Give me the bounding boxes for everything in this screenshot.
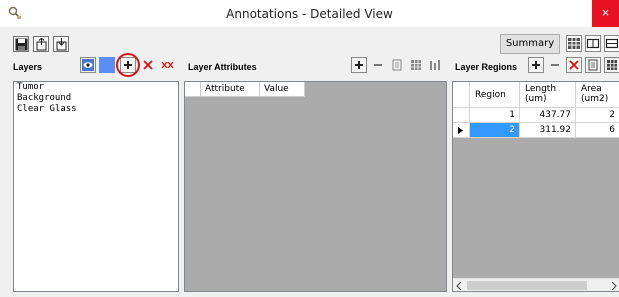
layer-regions-label: Layer Regions bbox=[455, 62, 518, 72]
column-header[interactable]: Region bbox=[470, 82, 520, 108]
toggle-visibility-button[interactable] bbox=[80, 57, 96, 73]
annotations-window: Annotations - Detailed View × Summary La… bbox=[0, 0, 619, 297]
remove-attribute-button[interactable] bbox=[370, 57, 386, 73]
regions-grid[interactable]: Region Length (um) Area (um2) 1 437.77 2… bbox=[452, 81, 619, 292]
add-icon bbox=[532, 61, 540, 69]
remove-region-button[interactable] bbox=[547, 57, 563, 73]
layer-color-button[interactable] bbox=[99, 57, 115, 73]
list-item[interactable]: Background bbox=[14, 93, 178, 104]
import-button[interactable] bbox=[53, 36, 69, 52]
attribute-chart-button[interactable] bbox=[427, 57, 443, 73]
panel-view-button[interactable] bbox=[604, 35, 619, 52]
row-header-corner bbox=[185, 82, 201, 97]
save-button[interactable] bbox=[13, 36, 29, 52]
add-layer-highlight-circle bbox=[116, 53, 140, 77]
grid-view-button[interactable] bbox=[566, 35, 582, 52]
delete-all-layers-button[interactable] bbox=[159, 57, 175, 73]
row-pointer-icon bbox=[458, 127, 463, 134]
delete-icon bbox=[143, 60, 153, 70]
horizontal-scrollbar[interactable] bbox=[453, 278, 619, 291]
scroll-left-icon[interactable] bbox=[456, 282, 462, 290]
column-header-line: (um2) bbox=[581, 94, 609, 104]
bar-chart-icon bbox=[430, 60, 440, 70]
panel-icon bbox=[605, 38, 619, 49]
table-cell[interactable]: 437.77 bbox=[520, 108, 576, 123]
layer-attributes-label: Layer Attributes bbox=[188, 62, 257, 72]
summary-button[interactable]: Summary bbox=[500, 34, 560, 54]
table-cell[interactable]: 311.92 bbox=[520, 123, 576, 138]
table-cell[interactable]: 2 bbox=[576, 108, 619, 123]
add-attribute-button[interactable] bbox=[351, 57, 367, 73]
region-table-button[interactable] bbox=[604, 57, 619, 73]
layers-label: Layers bbox=[13, 62, 43, 72]
remove-icon bbox=[551, 64, 559, 66]
properties-icon bbox=[588, 59, 598, 71]
save-icon bbox=[15, 38, 28, 51]
delete-icon bbox=[569, 60, 579, 70]
export-button[interactable] bbox=[33, 36, 49, 52]
eye-icon bbox=[82, 59, 94, 71]
scroll-right-icon[interactable] bbox=[611, 282, 617, 290]
columns-icon bbox=[586, 38, 600, 49]
column-header[interactable]: Attribute bbox=[201, 82, 260, 97]
scrollbar-thumb[interactable] bbox=[467, 281, 587, 290]
properties-icon bbox=[392, 59, 402, 71]
row-header-corner bbox=[453, 82, 470, 108]
close-button[interactable]: × bbox=[592, 0, 619, 27]
attribute-properties-button[interactable] bbox=[389, 57, 405, 73]
color-swatch-icon bbox=[101, 59, 113, 71]
table-cell[interactable]: 1 bbox=[470, 108, 520, 123]
region-properties-button[interactable] bbox=[585, 57, 601, 73]
export-icon bbox=[36, 38, 47, 51]
remove-icon bbox=[374, 64, 382, 66]
column-header[interactable]: Value bbox=[260, 82, 305, 97]
column-header-line: (um) bbox=[525, 94, 547, 104]
row-header[interactable] bbox=[453, 123, 470, 138]
column-header-length[interactable]: Length (um) bbox=[520, 82, 576, 108]
attributes-header: Attribute Value bbox=[185, 82, 305, 97]
delete-layer-button[interactable] bbox=[140, 57, 156, 73]
column-header-area[interactable]: Area (um2) bbox=[576, 82, 619, 108]
add-icon bbox=[355, 61, 363, 69]
table-icon bbox=[411, 60, 421, 70]
table-icon bbox=[607, 60, 617, 70]
window-title: Annotations - Detailed View bbox=[226, 7, 393, 21]
column-header-line: Length bbox=[525, 84, 557, 94]
add-region-button[interactable] bbox=[528, 57, 544, 73]
import-icon bbox=[56, 38, 67, 51]
grid-icon bbox=[568, 38, 580, 49]
list-item[interactable]: Tumor bbox=[14, 82, 178, 93]
delete-all-icon bbox=[161, 61, 174, 69]
attributes-grid[interactable]: Attribute Value bbox=[184, 81, 447, 292]
table-cell[interactable]: 2 bbox=[470, 123, 520, 138]
list-item[interactable]: Clear Glass bbox=[14, 104, 178, 115]
column-header-line: Area bbox=[581, 84, 602, 94]
title-bar: Annotations - Detailed View × bbox=[0, 0, 619, 27]
columns-view-button[interactable] bbox=[585, 35, 601, 52]
row-header[interactable] bbox=[453, 108, 470, 123]
delete-region-button[interactable] bbox=[566, 57, 582, 73]
table-cell[interactable]: 6 bbox=[576, 123, 619, 138]
layers-list[interactable]: Tumor Background Clear Glass bbox=[13, 81, 179, 292]
attribute-table-button[interactable] bbox=[408, 57, 424, 73]
